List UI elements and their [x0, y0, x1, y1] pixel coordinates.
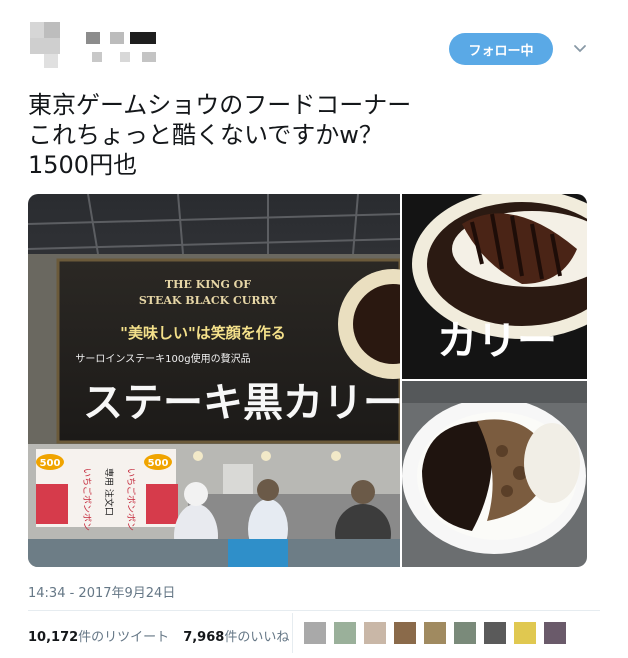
- photo-food-stall[interactable]: THE KING OF STEAK BLACK CURRY "美味しい"は笑顔を…: [28, 194, 400, 567]
- poster-text: カリー: [437, 318, 557, 364]
- sign-right-text: いちごボンボン: [125, 468, 137, 531]
- tweet-text: 東京ゲームショウのフードコーナー これちょっと酷くないですかw？ 1500円也: [28, 90, 598, 180]
- banner-main: ステーキ黒カリー: [83, 380, 400, 426]
- tweet-line: 東京ゲームショウのフードコーナー: [28, 91, 412, 119]
- photo-curry-poster[interactable]: カリー: [402, 194, 587, 379]
- sign-price-left: 500: [40, 458, 61, 469]
- photo-curry-plate[interactable]: [402, 381, 587, 567]
- retweet-label: 件のリツイート: [78, 630, 170, 645]
- retweet-stat[interactable]: 10,172件のリツイート: [28, 626, 169, 645]
- media-grid: THE KING OF STEAK BLACK CURRY "美味しい"は笑顔を…: [28, 194, 587, 567]
- like-count: 7,968: [183, 630, 225, 645]
- tweet-stats: 10,172件のリツイート 7,968件のいいね: [28, 626, 289, 645]
- tweet-timestamp[interactable]: 14:34 - 2017年9月24日: [28, 582, 175, 601]
- banner-title-1: THE KING OF: [165, 278, 251, 291]
- tweet-line: 1500円也: [28, 151, 138, 179]
- chevron-down-icon[interactable]: [572, 40, 588, 56]
- divider: [28, 610, 600, 611]
- tweet-line: これちょっと酷くないですかw？: [28, 121, 383, 149]
- sign-left-text: いちごボンボン: [81, 468, 93, 531]
- tweet-header: フォロー中: [0, 0, 628, 80]
- liker-avatars[interactable]: [300, 620, 590, 646]
- like-stat[interactable]: 7,968件のいいね: [183, 626, 289, 645]
- sign-mid-text: 専用 注文口: [103, 468, 115, 516]
- banner-slogan: "美味しい"は笑顔を作る: [120, 324, 286, 342]
- banner-sub: サーロインステーキ100g使用の贅沢品: [75, 352, 250, 365]
- following-button[interactable]: フォロー中: [449, 33, 553, 65]
- banner-title-2: STEAK BLACK CURRY: [139, 294, 277, 307]
- sign-price-right: 500: [148, 458, 169, 469]
- stats-separator: [292, 613, 293, 653]
- like-label: 件のいいね: [224, 630, 290, 645]
- blurred-user-info[interactable]: [30, 22, 180, 72]
- retweet-count: 10,172: [28, 630, 79, 645]
